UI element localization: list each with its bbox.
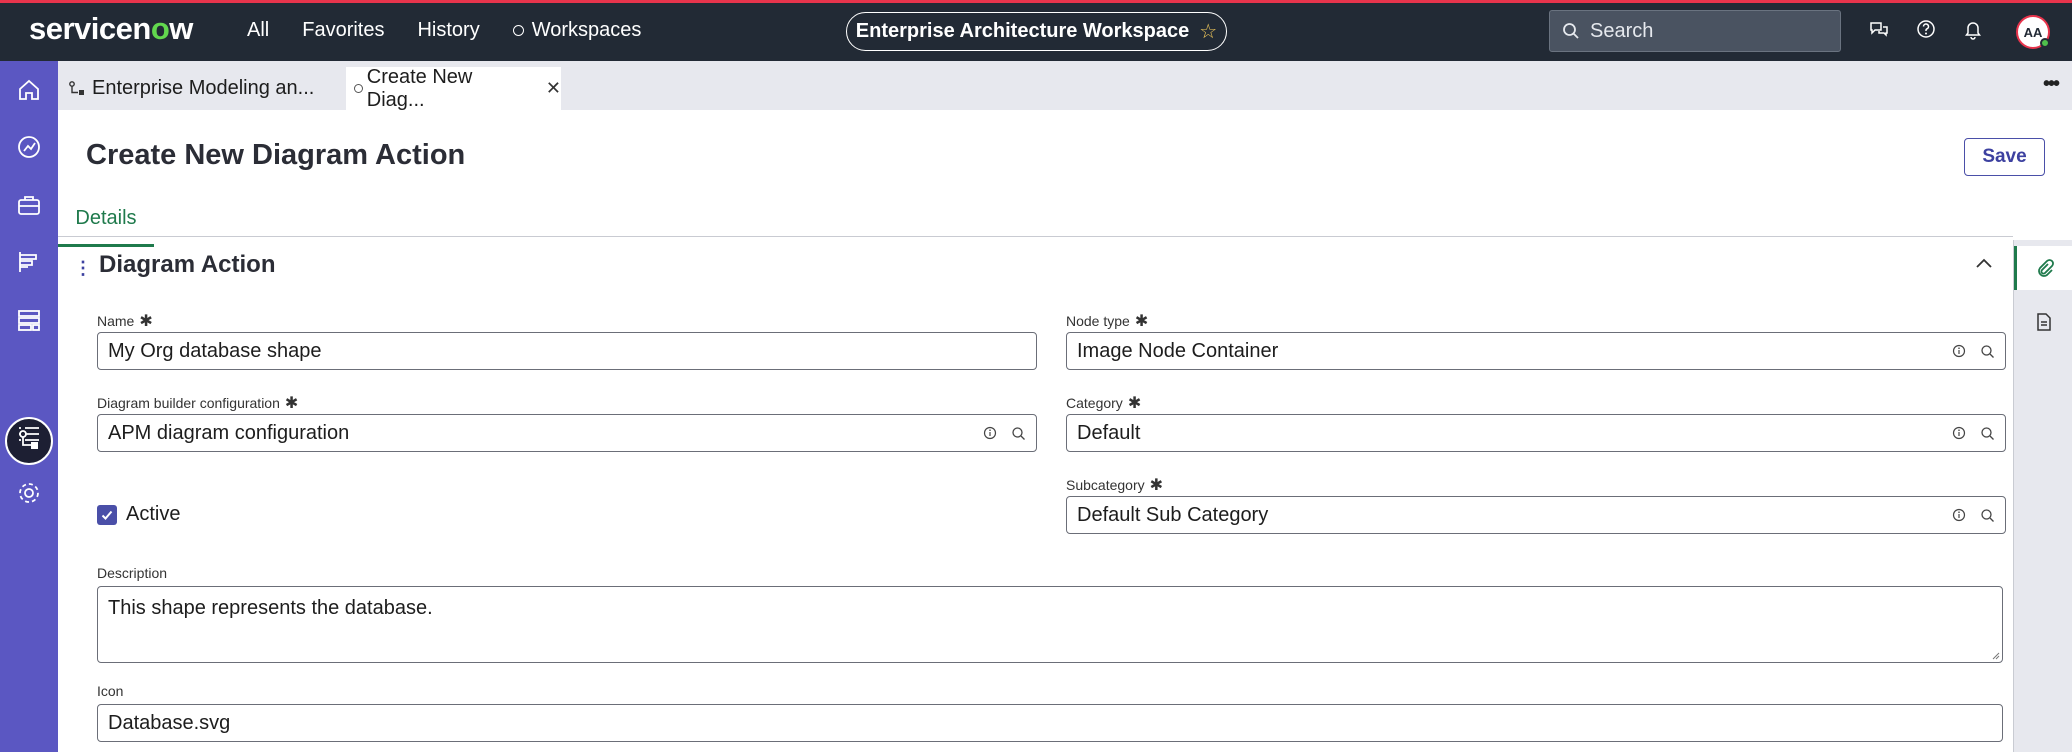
- required-icon: ✱: [1149, 477, 1164, 494]
- right-rail: [2013, 240, 2072, 752]
- icon-label: Icon: [97, 683, 123, 699]
- workspace-circle-icon: [512, 25, 524, 36]
- icon-input[interactable]: [108, 711, 1992, 735]
- icon-field[interactable]: [97, 704, 2003, 742]
- drag-handle-icon[interactable]: ⋮: [74, 258, 92, 279]
- info-icon[interactable]: [1952, 508, 1966, 522]
- tab-create-new-diagram-label: Create New Diag...: [366, 65, 473, 111]
- dashboard-gauge-icon[interactable]: [15, 133, 43, 161]
- online-status-dot: [2040, 38, 2050, 48]
- star-icon[interactable]: ☆: [1199, 19, 1217, 44]
- top-icons: [1868, 18, 1984, 40]
- info-icon[interactable]: [1952, 426, 1966, 440]
- info-icon[interactable]: [983, 426, 997, 440]
- name-label: Name ✱: [97, 311, 153, 331]
- chevron-up-icon[interactable]: [1974, 256, 1994, 270]
- name-label-text: Name: [97, 313, 135, 329]
- briefcase-icon[interactable]: [15, 191, 43, 219]
- tab-enterprise-modeling-label: Enterprise Modeling an...: [92, 77, 315, 99]
- database-list-icon[interactable]: [15, 306, 43, 334]
- servicenow-logo[interactable]: servicenow: [29, 11, 193, 47]
- category-input[interactable]: [1077, 421, 1952, 445]
- node-type-label: Node type ✱: [1066, 311, 1148, 331]
- required-icon: ✱: [1134, 313, 1149, 330]
- workspace-title-pill[interactable]: Enterprise Architecture Workspace ☆: [846, 12, 1227, 51]
- user-avatar[interactable]: AA: [2016, 15, 2050, 49]
- rail-document-button[interactable]: [2014, 300, 2072, 344]
- diagram-builder-config-input[interactable]: [108, 421, 983, 445]
- required-icon: ✱: [284, 395, 299, 412]
- subcategory-label: Subcategory ✱: [1066, 475, 1163, 495]
- subcategory-label-text: Subcategory: [1066, 477, 1145, 493]
- workspace-title: Enterprise Architecture Workspace: [855, 20, 1190, 42]
- diagram-tab-icon: [69, 80, 84, 95]
- avatar-initials: AA: [2023, 24, 2043, 40]
- workspace-tabs: Enterprise Modeling an... Create New Dia…: [58, 61, 2072, 111]
- search-input[interactable]: [1590, 19, 1830, 43]
- paperclip-icon: [2038, 259, 2054, 277]
- global-search[interactable]: [1549, 10, 1841, 52]
- diagram-builder-config-label: Diagram builder configuration ✱: [97, 393, 298, 413]
- nav-favorites[interactable]: Favorites: [302, 19, 384, 42]
- lookup-search-icon[interactable]: [1980, 426, 1995, 441]
- category-label-text: Category: [1066, 395, 1123, 411]
- active-checkbox[interactable]: [97, 505, 117, 525]
- sidebar: [0, 61, 58, 752]
- tab-create-new-diagram[interactable]: Create New Diag... ✕: [346, 65, 561, 111]
- rail-attachment-button[interactable]: [2014, 246, 2072, 290]
- help-icon[interactable]: [1915, 18, 1937, 40]
- description-label-text: Description: [97, 565, 168, 581]
- node-type-input[interactable]: [1077, 339, 1952, 363]
- description-label: Description: [97, 565, 167, 581]
- list-icon[interactable]: [15, 421, 43, 449]
- nav-history[interactable]: History: [417, 19, 479, 42]
- top-bar: servicenow All Favorites History Workspa…: [0, 0, 2072, 61]
- active-label[interactable]: Active: [126, 503, 180, 526]
- subcategory-field[interactable]: [1066, 496, 2006, 534]
- lookup-search-icon[interactable]: [1980, 508, 1995, 523]
- description-field[interactable]: This shape represents the database.: [97, 586, 2003, 663]
- top-nav: All Favorites History Workspaces: [247, 19, 674, 42]
- document-icon: [2036, 313, 2051, 331]
- node-type-field[interactable]: [1066, 332, 2006, 370]
- tab-details[interactable]: Details: [58, 203, 154, 247]
- nav-all[interactable]: All: [247, 19, 269, 42]
- info-icon[interactable]: [1952, 344, 1966, 358]
- page-title: Create New Diagram Action: [86, 139, 466, 171]
- home-icon[interactable]: [15, 76, 43, 104]
- form-content: Create New Diagram Action Save Details ⋮…: [58, 110, 2045, 752]
- diagram-builder-config-label-text: Diagram builder configuration: [97, 395, 280, 411]
- checkmark-icon: [101, 510, 113, 520]
- name-input[interactable]: [108, 339, 1026, 363]
- save-button[interactable]: Save: [1964, 138, 2045, 176]
- required-icon: ✱: [139, 313, 153, 330]
- search-icon: [1563, 23, 1579, 39]
- close-tab-icon[interactable]: ✕: [546, 78, 561, 99]
- required-icon: ✱: [1127, 395, 1142, 412]
- lookup-search-icon[interactable]: [1011, 426, 1026, 441]
- section-title: Diagram Action: [99, 251, 276, 278]
- node-type-label-text: Node type: [1066, 313, 1130, 329]
- tab-enterprise-modeling[interactable]: Enterprise Modeling an...: [68, 67, 314, 110]
- description-textarea[interactable]: This shape represents the database.: [108, 597, 1992, 652]
- notifications-bell-icon[interactable]: [1962, 18, 1984, 40]
- more-options-icon[interactable]: •••: [2043, 73, 2060, 96]
- tab-divider: [58, 236, 2013, 237]
- lookup-search-icon[interactable]: [1980, 344, 1995, 359]
- roadmap-bars-icon[interactable]: [15, 248, 43, 276]
- subcategory-input[interactable]: [1077, 503, 1952, 527]
- settings-gear-icon[interactable]: [15, 479, 43, 507]
- category-label: Category ✱: [1066, 393, 1141, 413]
- nav-workspaces-label: Workspaces: [531, 19, 642, 41]
- icon-label-text: Icon: [97, 683, 124, 699]
- diagram-builder-config-field[interactable]: [97, 414, 1037, 452]
- chat-icon[interactable]: [1868, 18, 1890, 40]
- name-field[interactable]: [97, 332, 1037, 370]
- unsaved-circle-icon: [354, 84, 363, 93]
- category-field[interactable]: [1066, 414, 2006, 452]
- nav-workspaces[interactable]: Workspaces: [512, 19, 642, 42]
- resize-grip-icon[interactable]: [1990, 650, 2000, 660]
